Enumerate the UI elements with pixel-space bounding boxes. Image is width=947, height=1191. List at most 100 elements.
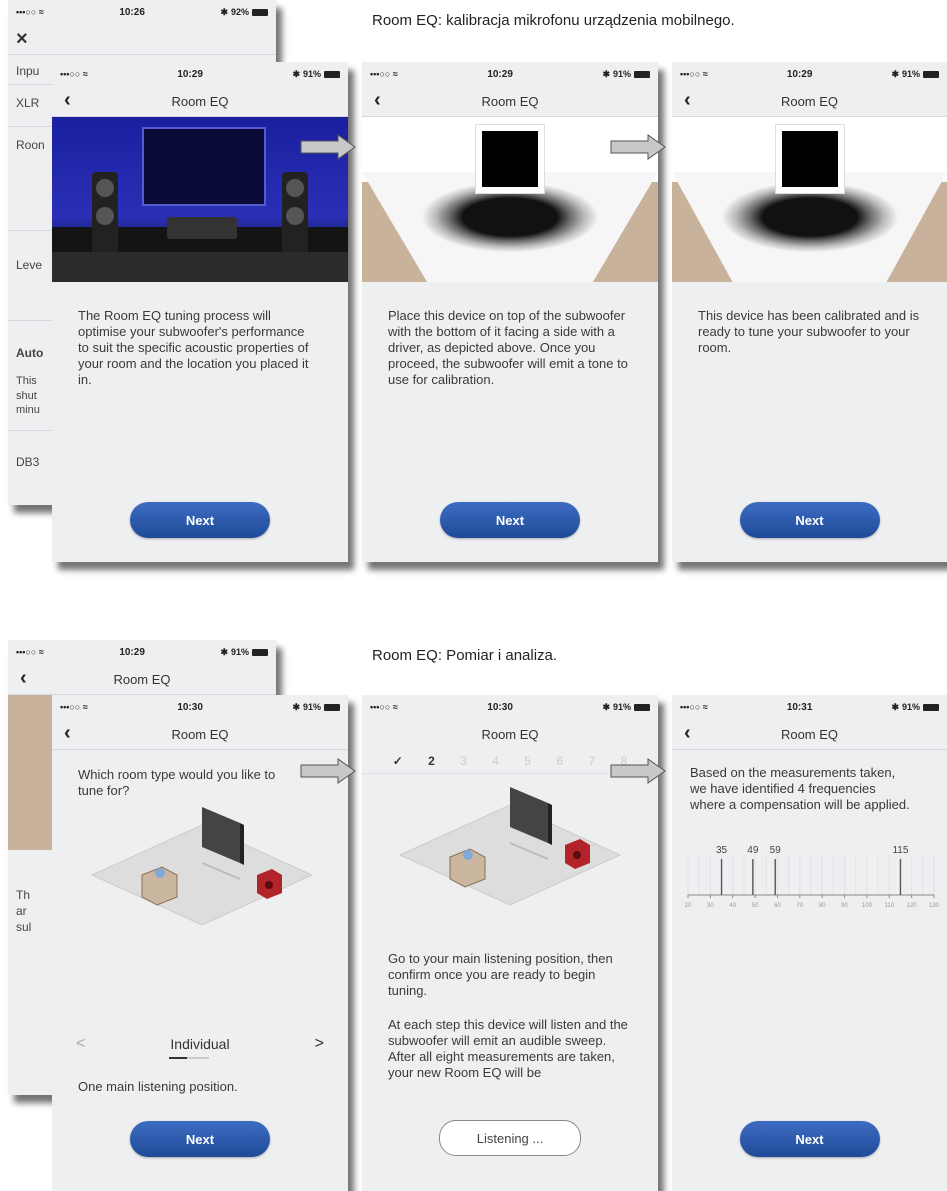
bluetooth-icon: ✱ <box>891 68 899 79</box>
x-tick-label: 100 <box>862 903 873 909</box>
settings-item-room[interactable]: Roon <box>16 138 45 152</box>
battery-icon <box>923 703 939 711</box>
carrier-icon: •••○○ ≈ <box>680 702 708 712</box>
status-bar: •••○○ ≈ 10:26 ✱ 92% <box>8 0 276 24</box>
step-2: 2 <box>428 754 435 768</box>
intro-text: The Room EQ tuning process will optimise… <box>78 308 309 387</box>
status-time: 10:29 <box>177 68 203 80</box>
next-button[interactable]: Next <box>130 502 270 538</box>
carrier-icon: •••○○ ≈ <box>370 69 398 79</box>
text-fragment: Th <box>16 888 31 902</box>
frequency-label: 115 <box>892 845 908 856</box>
status-bar: •••○○ ≈ 10:29 ✱ 91% <box>362 62 658 86</box>
step-3: 3 <box>460 754 467 768</box>
results-text: Based on the measurements taken, we have… <box>690 765 910 812</box>
bluetooth-icon: ✱ <box>602 68 610 79</box>
frequency-chart: 20 30 40 50 60 70 80 90 100 110 120 130 35 49 59 115 <box>685 845 940 909</box>
next-button[interactable]: Next <box>440 502 580 538</box>
battery-icon <box>324 703 340 711</box>
carrier-icon: •••○○ ≈ <box>16 647 44 657</box>
settings-item-auto[interactable]: Auto <box>16 346 43 360</box>
step-4: 4 <box>492 754 499 768</box>
settings-item-text: minu <box>16 404 40 416</box>
nav-title: Room EQ <box>780 726 839 742</box>
text-fragment: sul <box>16 920 32 934</box>
back-chevron-icon[interactable]: ‹ <box>20 667 27 690</box>
battery-icon <box>252 648 268 656</box>
x-tick-label: 30 <box>707 903 714 909</box>
room-type-selector: < Individual > <box>52 1035 348 1053</box>
bluetooth-icon: ✱ <box>292 701 300 712</box>
listening-button[interactable]: Listening ... <box>439 1120 581 1156</box>
nav-title: Room EQ <box>780 93 839 109</box>
status-bar: •••○○ ≈ 10:30 ✱ 91% <box>362 695 658 719</box>
x-tick-label: 20 <box>685 903 692 909</box>
carrier-icon: •••○○ ≈ <box>370 702 398 712</box>
settings-item-level[interactable]: Leve <box>16 258 42 272</box>
status-time: 10:30 <box>487 701 513 713</box>
x-tick-label: 80 <box>819 903 826 909</box>
back-chevron-icon[interactable]: ‹ <box>64 722 71 745</box>
carrier-icon: •••○○ ≈ <box>16 7 44 17</box>
x-tick-label: 70 <box>796 903 803 909</box>
x-tick-label: 60 <box>774 903 781 909</box>
frequency-label: 35 <box>716 845 728 856</box>
phone-on-subwoofer <box>476 125 544 193</box>
x-tick-label: 120 <box>907 903 918 909</box>
carrier-icon: •••○○ ≈ <box>60 702 88 712</box>
battery-icon <box>923 70 939 78</box>
room-illustration <box>90 807 314 926</box>
status-time: 10:26 <box>119 6 145 18</box>
flow-arrow-icon <box>610 758 666 784</box>
place-text: Place this device on top of the subwoofe… <box>388 308 628 387</box>
status-time: 10:29 <box>119 646 145 658</box>
subwoofer-illustration <box>672 117 947 282</box>
battery-indicator: ✱ 91% <box>891 69 939 80</box>
step-check-icon: ✓ <box>392 754 403 768</box>
nav-bar: ‹ Room EQ <box>672 86 947 117</box>
frequency-label: 59 <box>770 845 782 856</box>
nav-title: Room EQ <box>481 93 539 109</box>
next-room-type-button[interactable]: > <box>315 1035 324 1053</box>
settings-item-text: This <box>16 375 37 387</box>
carrier-icon: •••○○ ≈ <box>60 69 88 79</box>
x-tick-label: 130 <box>929 903 940 909</box>
settings-item-xlr[interactable]: XLR <box>16 96 39 110</box>
x-tick-label: 40 <box>729 903 736 909</box>
back-chevron-icon[interactable]: ‹ <box>64 89 71 112</box>
listen-description: At each step this device will listen and… <box>388 1017 628 1080</box>
phone-on-subwoofer <box>775 125 844 193</box>
screen-calibrated: •••○○ ≈ 10:29 ✱ 91% ‹ Room EQ This device… <box>672 62 947 562</box>
step-6: 6 <box>556 754 564 768</box>
battery-icon <box>252 8 268 16</box>
battery-indicator: ✱ 91% <box>220 647 268 658</box>
status-time: 10:31 <box>786 701 813 713</box>
settings-item-input[interactable]: Inpu <box>16 64 39 78</box>
prev-room-type-button[interactable]: < <box>76 1035 85 1053</box>
bluetooth-icon: ✱ <box>292 68 300 79</box>
nav-bar: ‹ Room EQ <box>672 719 947 750</box>
back-chevron-icon[interactable]: ‹ <box>374 89 381 112</box>
back-chevron-icon[interactable]: ‹ <box>684 89 691 112</box>
room-type-value: Individual <box>170 1036 230 1052</box>
nav-bar: Room EQ <box>362 719 658 749</box>
status-bar: •••○○ ≈ 10:31 ✱ 91% <box>672 695 947 719</box>
back-chevron-icon[interactable]: ‹ <box>684 722 691 745</box>
calibrated-text: This device has been calibrated and is r… <box>698 308 920 355</box>
battery-indicator: ✱ 91% <box>891 702 939 713</box>
settings-item-db3[interactable]: DB3 <box>16 455 39 469</box>
close-icon[interactable]: × <box>16 28 28 51</box>
caption-top: Room EQ: kalibracja mikrofonu urządzenia… <box>372 12 735 29</box>
text-fragment: ar <box>16 904 27 918</box>
step-5: 5 <box>524 754 532 768</box>
nav-bar: ‹ Room EQ <box>8 664 276 695</box>
bluetooth-icon: ✱ <box>220 6 228 17</box>
next-button[interactable]: Next <box>130 1121 270 1157</box>
x-tick-label: 90 <box>841 903 848 909</box>
status-time: 10:30 <box>177 701 203 713</box>
next-button[interactable]: Next <box>739 502 880 538</box>
nav-bar: ‹ Room EQ <box>362 86 658 117</box>
x-tick-label: 110 <box>884 903 894 909</box>
next-button[interactable]: Next <box>739 1121 880 1157</box>
flow-arrow-icon <box>300 134 356 160</box>
